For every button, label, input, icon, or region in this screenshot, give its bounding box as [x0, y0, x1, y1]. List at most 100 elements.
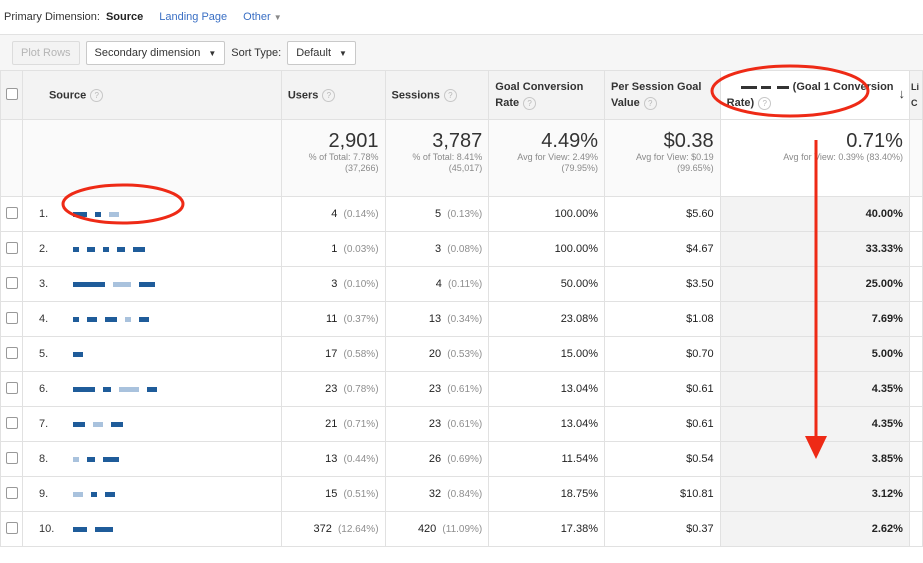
redacted-source [86, 316, 97, 322]
totals-users: 2,901 % of Total: 7.78% (37,266) [280, 119, 386, 197]
redacted-source [94, 526, 113, 532]
row-source[interactable]: 3. [21, 266, 282, 302]
secondary-dimension-dropdown[interactable]: Secondary dimension ▼ [85, 41, 226, 65]
table-row[interactable]: 6. 23 (0.78%) 23 (0.61%) 13.04% $0.61 4.… [0, 371, 923, 407]
table-row[interactable]: 1. 4 (0.14%) 5 (0.13%) 100.00% $5.60 40.… [0, 196, 923, 232]
redacted-source [104, 316, 117, 322]
row-checkbox[interactable] [6, 451, 18, 464]
header-next-column[interactable]: Li C [908, 70, 923, 120]
table-row[interactable]: 3. 3 (0.10%) 4 (0.11%) 50.00% $3.50 25.0… [0, 266, 923, 302]
row-goal1-conversion: 3.85% [719, 441, 910, 477]
row-users-pct: (0.14%) [343, 209, 379, 220]
row-checkbox[interactable] [6, 416, 18, 429]
row-checkbox[interactable] [6, 311, 18, 324]
help-icon[interactable]: ? [322, 88, 336, 102]
row-users-value: 21 [325, 418, 338, 430]
row-source[interactable]: 9. [21, 476, 282, 512]
row-goal1-conversion: 3.12% [719, 476, 910, 512]
row-goal-conversion: 11.54% [488, 441, 605, 477]
primary-dimension-other[interactable]: Other ▼ [243, 11, 281, 23]
table-row[interactable]: 9. 15 (0.51%) 32 (0.84%) 18.75% $10.81 3… [0, 476, 923, 512]
row-source[interactable]: 2. [21, 231, 282, 267]
chevron-down-icon: ▼ [273, 13, 282, 22]
table-row[interactable]: 8. 13 (0.44%) 26 (0.69%) 11.54% $0.54 3.… [0, 441, 923, 477]
select-all-checkbox[interactable] [6, 87, 18, 100]
row-users-pct: (12.64%) [337, 524, 379, 535]
help-icon[interactable]: ? [643, 96, 657, 110]
totals-next-cell [908, 119, 923, 197]
help-icon[interactable]: ? [443, 88, 457, 102]
header-source-label: Source [48, 88, 87, 101]
row-index: 5. [38, 348, 49, 360]
sort-descending-icon[interactable]: ↓ [898, 86, 905, 102]
row-source[interactable]: 8. [21, 441, 282, 477]
primary-dimension-source[interactable]: Source [106, 11, 143, 23]
row-users-value: 13 [325, 453, 338, 465]
row-checkbox[interactable] [6, 346, 18, 359]
select-all-cell [0, 70, 23, 120]
row-source[interactable]: 5. [21, 336, 282, 372]
totals-per-session-value: $0.38 Avg for View: $0.19 (99.65%) [604, 119, 721, 197]
totals-psv-pct: (99.65%) [677, 163, 714, 173]
table-row[interactable]: 7. 21 (0.71%) 23 (0.61%) 13.04% $0.61 4.… [0, 406, 923, 442]
table-row[interactable]: 4. 11 (0.37%) 13 (0.34%) 23.08% $1.08 7.… [0, 301, 923, 337]
header-source[interactable]: Source? [21, 70, 282, 120]
row-source[interactable]: 7. [21, 406, 282, 442]
primary-dimension-bar: Primary Dimension: Source Landing Page O… [0, 0, 923, 34]
redacted-source [72, 456, 79, 462]
help-icon[interactable]: ? [90, 88, 104, 102]
row-goal-conversion: 18.75% [488, 476, 605, 512]
redacted-source [72, 421, 85, 427]
row-next-cell [908, 441, 923, 477]
redacted-source [118, 386, 139, 392]
table-body: 1. 4 (0.14%) 5 (0.13%) 100.00% $5.60 40.… [0, 196, 923, 547]
row-sessions-pct: (0.34%) [447, 314, 483, 325]
row-per-session-value: $10.81 [604, 476, 721, 512]
table-row[interactable]: 5. 17 (0.58%) 20 (0.53%) 15.00% $0.70 5.… [0, 336, 923, 372]
sort-type-dropdown[interactable]: Default ▼ [287, 41, 356, 65]
row-checkbox[interactable] [6, 276, 18, 289]
redacted-source [138, 316, 149, 322]
header-goal1-conversion-rate[interactable]: (Goal 1 Conversion Rate)? ↓ [719, 70, 910, 120]
row-checkbox[interactable] [6, 241, 18, 254]
row-next-cell [908, 511, 923, 547]
table-row[interactable]: 2. 1 (0.03%) 3 (0.08%) 100.00% $4.67 33.… [0, 231, 923, 267]
row-users: 4 (0.14%) [280, 196, 386, 232]
redacted-source [138, 281, 155, 287]
primary-dimension-landing-page[interactable]: Landing Page [159, 11, 227, 23]
row-source[interactable]: 1. [21, 196, 282, 232]
data-table: Source? Users? Sessions? Goal Conversion… [0, 70, 923, 547]
table-header-row: Source? Users? Sessions? Goal Conversion… [0, 70, 923, 120]
totals-users-value: 2,901 [328, 130, 379, 152]
totals-gcr-value: 4.49% [541, 130, 598, 152]
totals-source-cell [21, 119, 282, 197]
row-checkbox[interactable] [6, 521, 18, 534]
help-icon[interactable]: ? [523, 96, 537, 110]
row-users: 11 (0.37%) [280, 301, 386, 337]
row-source[interactable]: 6. [21, 371, 282, 407]
row-checkbox[interactable] [6, 206, 18, 219]
totals-gcr-pct: (79.95%) [561, 163, 598, 173]
redacted-source [72, 351, 83, 357]
help-icon[interactable]: ? [758, 96, 772, 110]
header-goal-conversion-rate[interactable]: Goal Conversion Rate? [488, 70, 605, 120]
row-checkbox[interactable] [6, 486, 18, 499]
header-sessions[interactable]: Sessions? [384, 70, 490, 120]
dropdown-arrow-icon: ▼ [208, 48, 217, 58]
row-source[interactable]: 10. [21, 511, 282, 547]
table-row[interactable]: 10. 372 (12.64%) 420 (11.09%) 17.38% $0.… [0, 511, 923, 547]
plot-rows-button[interactable]: Plot Rows [12, 41, 80, 65]
totals-goal-conversion: 4.49% Avg for View: 2.49% (79.95%) [488, 119, 605, 197]
header-per-session-goal-value[interactable]: Per Session Goal Value? [604, 70, 721, 120]
row-users: 13 (0.44%) [280, 441, 386, 477]
row-source[interactable]: 4. [21, 301, 282, 337]
redacted-text [760, 85, 771, 89]
row-sessions-value: 23 [428, 418, 442, 430]
header-users[interactable]: Users? [280, 70, 386, 120]
row-next-cell [908, 231, 923, 267]
row-sessions: 5 (0.13%) [384, 196, 490, 232]
row-sessions-value: 4 [435, 278, 442, 290]
row-sessions-pct: (11.09%) [442, 524, 483, 535]
row-sessions: 4 (0.11%) [384, 266, 490, 302]
row-checkbox[interactable] [6, 381, 18, 394]
